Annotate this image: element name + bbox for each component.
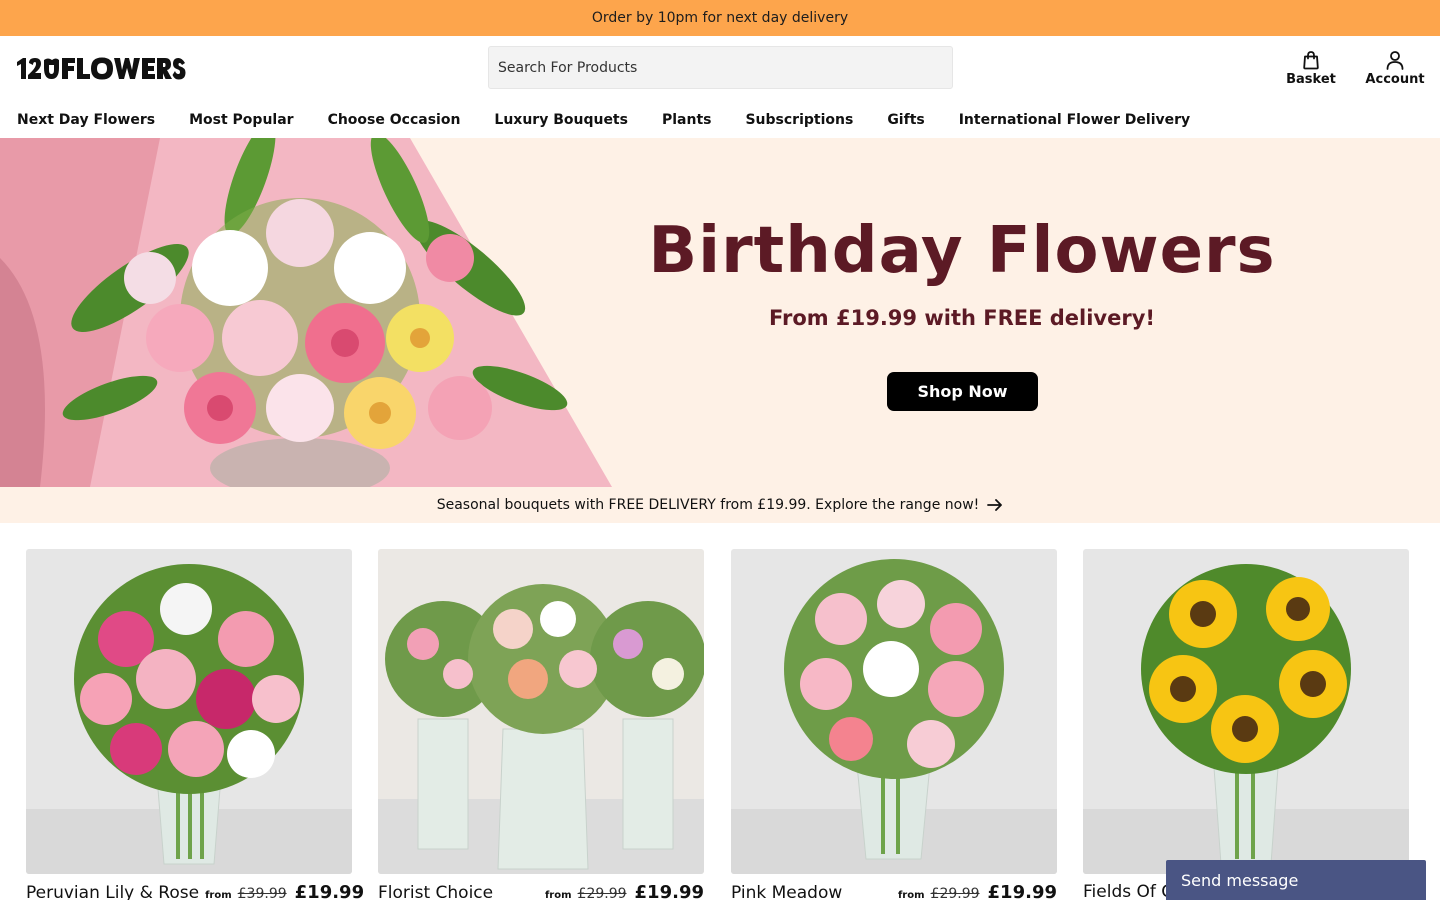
nav-item-choose-occasion[interactable]: Choose Occasion: [328, 112, 461, 128]
product-name: Florist Choice: [378, 883, 494, 900]
product-image: [378, 549, 704, 874]
price-from-label: from: [897, 890, 925, 900]
main-nav: Next Day Flowers Most Popular Choose Occ…: [0, 102, 1440, 138]
promo-text: Seasonal bouquets with FREE DELIVERY fro…: [436, 497, 980, 513]
product-grid: Peruvian Lily & Rose from £39.99 £19.99 …: [0, 549, 1440, 900]
delivery-banner-text: Order by 10pm for next day delivery: [591, 10, 849, 26]
logo-wordmark: [17, 57, 186, 80]
hero-subtitle: From £19.99 with FREE delivery!: [769, 306, 1155, 330]
basket-label: Basket: [1286, 72, 1336, 87]
product-image: [731, 549, 1057, 874]
product-name: Peruvian Lily & Rose: [26, 883, 200, 900]
nav-item-international-flower-delivery[interactable]: International Flower Delivery: [959, 112, 1190, 128]
hero-bouquet-image: [0, 138, 612, 487]
original-price: £39.99: [237, 886, 287, 900]
sale-price: £19.99: [294, 882, 365, 900]
product-info: Peruvian Lily & Rose from £39.99 £19.99: [26, 882, 364, 900]
user-icon: [1386, 51, 1404, 70]
nav-item-most-popular[interactable]: Most Popular: [189, 112, 293, 128]
nav-item-next-day-flowers[interactable]: Next Day Flowers: [17, 112, 155, 128]
product-card[interactable]: Peruvian Lily & Rose from £39.99 £19.99: [26, 549, 364, 900]
promo-strip[interactable]: Seasonal bouquets with FREE DELIVERY fro…: [0, 487, 1440, 523]
price-from-label: from: [544, 890, 572, 900]
chat-label: Send message: [1181, 870, 1299, 890]
product-image: [26, 549, 352, 874]
shop-now-button[interactable]: Shop Now: [887, 372, 1038, 411]
product-card[interactable]: Fields Of G: [1083, 549, 1409, 900]
product-card[interactable]: Florist Choice from £29.99 £19.99: [378, 549, 704, 900]
account-label: Account: [1365, 72, 1425, 87]
product-name: Pink Meadow: [731, 883, 843, 900]
nav-item-plants[interactable]: Plants: [662, 112, 712, 128]
sale-price: £19.99: [634, 882, 704, 900]
basket-button[interactable]: Basket: [1284, 50, 1338, 87]
hero-title: Birthday Flowers: [648, 214, 1276, 288]
nav-item-subscriptions[interactable]: Subscriptions: [745, 112, 853, 128]
hero-banner[interactable]: Birthday Flowers From £19.99 with FREE d…: [0, 138, 1440, 487]
product-info: Pink Meadow from £29.99 £19.99: [731, 882, 1057, 900]
nav-item-luxury-bouquets[interactable]: Luxury Bouquets: [494, 112, 628, 128]
sale-price: £19.99: [987, 882, 1057, 900]
product-card[interactable]: Pink Meadow from £29.99 £19.99: [731, 549, 1057, 900]
price-from-label: from: [205, 890, 232, 900]
product-image: [1083, 549, 1409, 874]
original-price: £29.99: [930, 886, 980, 900]
arrow-right-icon: [987, 498, 1003, 512]
nav-item-gifts[interactable]: Gifts: [887, 112, 924, 128]
send-message-button[interactable]: Send message: [1166, 860, 1426, 900]
search-input[interactable]: [488, 46, 953, 89]
site-logo[interactable]: [14, 55, 186, 83]
original-price: £29.99: [577, 886, 627, 900]
site-header: Basket Account: [0, 36, 1440, 102]
account-button[interactable]: Account: [1362, 50, 1428, 87]
delivery-banner: Order by 10pm for next day delivery: [0, 0, 1440, 36]
shopping-bag-icon: [1303, 51, 1319, 70]
product-name: Fields Of G: [1083, 882, 1175, 900]
product-info: Florist Choice from £29.99 £19.99: [378, 882, 704, 900]
